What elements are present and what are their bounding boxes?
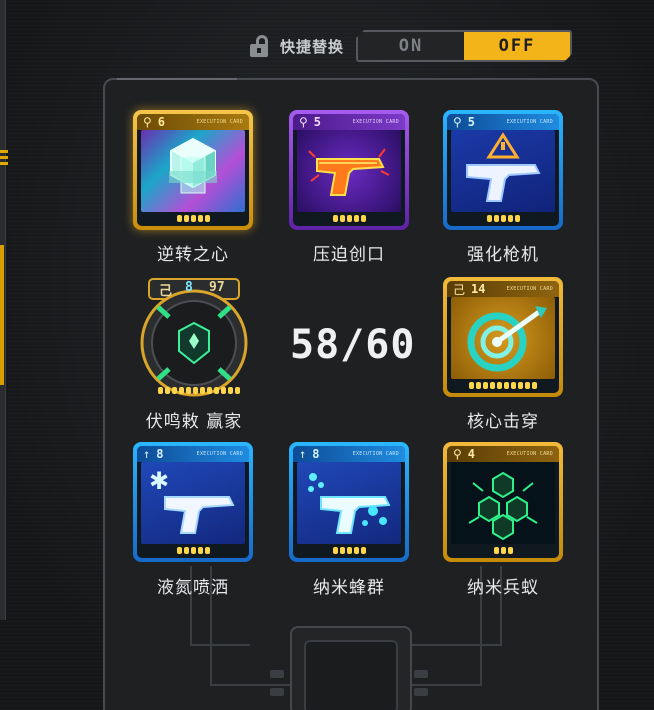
card-name: 伏鸣敕 赢家: [145, 412, 243, 432]
card-tag: EXECUTION CARD: [352, 451, 399, 457]
card-cost: 4: [467, 447, 476, 461]
card-tag: EXECUTION CARD: [196, 451, 243, 457]
arrow-up-icon: ↑: [143, 447, 151, 461]
badge-type: 己: [159, 284, 173, 299]
card-level-pips: [158, 387, 240, 394]
crystal-cube-icon: [141, 130, 245, 212]
quick-swap-control: 快捷替换 ON OFF: [248, 30, 572, 62]
hex-ant-icon: [451, 462, 555, 544]
card-slot-1[interactable]: ⚲ 6 EXECUTION CARD: [133, 110, 253, 230]
card-name: 逆转之心: [157, 245, 229, 265]
card-cost: 14: [471, 282, 486, 296]
card-slot-8[interactable]: ⚲ 4 EXECUTION CARD: [443, 442, 563, 562]
toggle-on-option[interactable]: ON: [358, 32, 464, 60]
card-name: 纳米蜂群: [313, 578, 385, 598]
device-connector: [414, 670, 428, 678]
left-accent-bar: [0, 245, 4, 385]
device-connector: [270, 670, 284, 678]
card-cost: 8: [312, 447, 320, 461]
device-connector: [270, 688, 284, 696]
card-level-pips: [137, 547, 249, 555]
warning-pistol-icon: [451, 130, 555, 212]
key-icon: ⚲: [453, 447, 462, 461]
card-cost: 8: [185, 280, 193, 295]
badge-value: 97: [209, 280, 225, 295]
quick-swap-toggle[interactable]: ON OFF: [356, 30, 572, 62]
card-level-pips: [447, 547, 559, 555]
card-slot-2[interactable]: ⚲ 5 EXECUTION CARD: [289, 110, 409, 230]
card-name: 液氮喷洒: [157, 578, 229, 598]
card-cost: 5: [313, 115, 322, 129]
hook-icon: 己: [453, 282, 466, 297]
unlock-icon: [248, 34, 272, 58]
swarm-pistol-icon: [297, 462, 401, 544]
svg-text:✱: ✱: [149, 467, 169, 495]
card-tag: EXECUTION CARD: [352, 119, 399, 125]
key-icon: ⚲: [453, 115, 462, 129]
card-level-pips: [447, 382, 559, 390]
left-menu-marks: [0, 150, 8, 168]
card-level-pips: [447, 215, 559, 223]
card-slot-7[interactable]: ↑ 8 EXECUTION CARD: [289, 442, 409, 562]
flame-pistol-icon: [297, 130, 401, 212]
card-slot-3[interactable]: ⚲ 5 EXECUTION CARD: [443, 110, 563, 230]
card-name: 强化枪机: [467, 245, 539, 265]
card-slot-4[interactable]: 己 8 97: [133, 277, 255, 399]
frost-pistol-icon: ✱: [141, 462, 245, 544]
deck-device: [290, 626, 412, 710]
card-name: 纳米兵蚁: [467, 578, 539, 598]
device-connector: [414, 688, 428, 696]
card-level-pips: [293, 547, 405, 555]
toggle-off-option[interactable]: OFF: [464, 32, 570, 60]
card-level-pips: [293, 215, 405, 223]
card-tag: EXECUTION CARD: [196, 119, 243, 125]
card-level-pips: [137, 215, 249, 223]
card-name: 压迫创口: [313, 245, 385, 265]
card-cost: 8: [156, 447, 164, 461]
deck-count: 58/60: [290, 322, 416, 368]
card-cost: 6: [157, 115, 166, 129]
card-cost: 5: [467, 115, 476, 129]
card-tag: EXECUTION CARD: [506, 286, 553, 292]
target-bullet-icon: [451, 297, 555, 379]
key-icon: ⚲: [299, 115, 308, 129]
card-tag: EXECUTION CARD: [506, 119, 553, 125]
card-slot-5[interactable]: 己 14 EXECUTION CARD: [443, 277, 563, 397]
arrow-up-icon: ↑: [299, 447, 307, 461]
card-name: 核心击穿: [467, 412, 539, 432]
card-slot-6[interactable]: ↑ 8 EXECUTION CARD ✱: [133, 442, 253, 562]
card-tag: EXECUTION CARD: [506, 451, 553, 457]
key-icon: ⚲: [143, 115, 152, 129]
quick-swap-label: 快捷替换: [280, 37, 345, 56]
